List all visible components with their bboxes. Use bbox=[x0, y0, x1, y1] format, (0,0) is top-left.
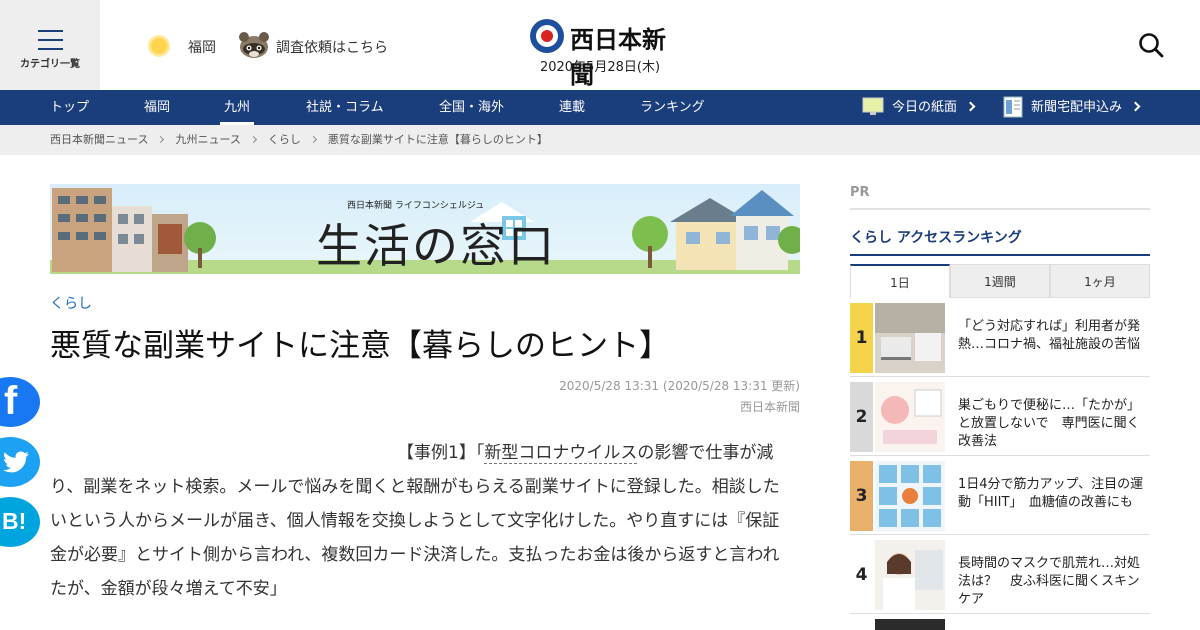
body-text: 【事例1】「 bbox=[397, 443, 485, 463]
nav-item-national[interactable]: 全国・海外 bbox=[439, 90, 504, 125]
research-request-link[interactable]: 調査依頼はこちら bbox=[276, 37, 388, 57]
life-concierge-banner[interactable]: 西日本新聞 ライフコンシェルジュ 生活の窓口 bbox=[50, 184, 800, 274]
subscribe-link[interactable]: 新聞宅配申込み bbox=[1003, 90, 1141, 125]
ranking-thumbnail bbox=[875, 303, 945, 373]
ranking-item[interactable]: 1 「どう対応すれば」利用者が発熱…コロナ禍、福祉施設の苦悩 bbox=[850, 303, 1150, 377]
weather-city[interactable]: 福岡 bbox=[188, 37, 216, 57]
rank-badge: 1 bbox=[850, 303, 873, 373]
banner-title: 生活の窓口 bbox=[316, 219, 556, 273]
breadcrumb: 西日本新聞ニュース 九州ニュース くらし 悪質な副業サイトに注意【暮らしのヒント】 bbox=[0, 125, 1200, 155]
rank-badge: 2 bbox=[850, 382, 873, 452]
ranking-title: くらし アクセスランキング bbox=[850, 230, 1022, 246]
today-paper-label: 今日の紙面 bbox=[892, 100, 958, 115]
ranking-item[interactable] bbox=[850, 619, 1150, 630]
chevron-right-icon bbox=[965, 101, 976, 112]
logo-mark-icon bbox=[530, 19, 564, 53]
ranking-item-title: 「どう対応すれば」利用者が発熱…コロナ禍、福祉施設の苦悩 bbox=[958, 319, 1141, 352]
nav-item-kyushu[interactable]: 九州 bbox=[220, 90, 255, 125]
subscribe-label: 新聞宅配申込み bbox=[1031, 100, 1123, 115]
ranking-item[interactable]: 2 巣ごもりで便秘に…「たかが」と放置しないで 専門医に聞く改善法 bbox=[850, 382, 1150, 456]
tab-1week[interactable]: 1週間 bbox=[950, 264, 1050, 298]
current-date: 2020年5月28日(木) bbox=[539, 60, 661, 75]
site-logo[interactable]: 西日本新聞 bbox=[530, 18, 675, 89]
rank-badge: 4 bbox=[850, 540, 873, 610]
hatena-bookmark-button[interactable]: B! bbox=[0, 497, 40, 547]
divider bbox=[850, 254, 1150, 256]
chevron-right-icon bbox=[249, 135, 257, 144]
article-category[interactable]: くらし bbox=[50, 293, 92, 313]
facebook-icon: f bbox=[4, 379, 18, 423]
article-date: 2020/5/28 13:31 (2020/5/28 13:31 更新) bbox=[559, 379, 800, 393]
hatena-icon: B! bbox=[2, 508, 27, 534]
pr-label: PR bbox=[850, 185, 870, 200]
topic-link[interactable]: 新型コロナウイルス bbox=[484, 443, 638, 464]
monitor-icon bbox=[862, 97, 884, 115]
hamburger-icon bbox=[38, 30, 63, 57]
nav-item-editorial[interactable]: 社説・コラム bbox=[306, 90, 384, 125]
nav-item-series[interactable]: 連載 bbox=[559, 90, 585, 125]
ranking-item-title: 長時間のマスクで肌荒れ…対処法は？ 皮ふ科医に聞くスキンケア bbox=[958, 556, 1141, 607]
site-header: カテゴリ一覧 福岡 調査依頼はこちら 西日本新聞 2020年5月28日(木) bbox=[0, 0, 1200, 90]
today-paper-link[interactable]: 今日の紙面 bbox=[862, 90, 976, 125]
nav-item-top[interactable]: トップ bbox=[50, 90, 89, 125]
twitter-share-button[interactable]: t bbox=[0, 437, 40, 487]
ranking-item-title: 1日4分で筋力アップ、注目の運動「HIIT」 血糖値の改善にも bbox=[958, 477, 1144, 510]
category-menu-button[interactable]: カテゴリ一覧 bbox=[0, 0, 100, 90]
rank-badge: 3 bbox=[850, 461, 873, 531]
article-body: 【事例1】「新型コロナウイルスの影響で仕事が減り、副業をネット検索。メールで悩み… bbox=[50, 436, 795, 606]
ranking-item[interactable]: 4 長時間のマスクで肌荒れ…対処法は？ 皮ふ科医に聞くスキンケア bbox=[850, 540, 1150, 614]
article-source: 西日本新聞 bbox=[739, 400, 800, 414]
chevron-right-icon bbox=[157, 135, 165, 144]
tab-1day[interactable]: 1日 bbox=[850, 264, 950, 298]
tab-1month[interactable]: 1ヶ月 bbox=[1050, 264, 1150, 298]
breadcrumb-item[interactable]: 九州ニュース bbox=[175, 133, 240, 146]
twitter-bird-icon bbox=[3, 451, 29, 473]
chevron-right-icon bbox=[309, 135, 317, 144]
breadcrumb-item[interactable]: 西日本新聞ニュース bbox=[50, 133, 148, 146]
ranking-thumbnail bbox=[875, 382, 945, 452]
search-icon[interactable] bbox=[1138, 32, 1164, 58]
global-nav: トップ 福岡 九州 社説・コラム 全国・海外 連載 ランキング 今日の紙面 新聞… bbox=[0, 90, 1200, 125]
chevron-right-icon bbox=[1130, 101, 1141, 112]
sunny-weather-icon bbox=[148, 35, 170, 57]
ranking-thumbnail bbox=[875, 619, 945, 630]
ranking-item-title: 巣ごもりで便秘に…「たかが」と放置しないで 専門医に聞く改善法 bbox=[958, 398, 1141, 449]
divider bbox=[850, 208, 1150, 210]
article-headline: 悪質な副業サイトに注意【暮らしのヒント】 bbox=[50, 328, 670, 364]
facebook-share-button[interactable]: f bbox=[0, 377, 40, 427]
breadcrumb-current: 悪質な副業サイトに注意【暮らしのヒント】 bbox=[327, 133, 548, 146]
ranking-thumbnail bbox=[875, 540, 945, 610]
body-text: の影響で仕事が減り、副業をネット検索。メールで悩みを聞くと報酬がもらえる副業サイ… bbox=[50, 443, 780, 599]
ranking-thumbnail bbox=[875, 461, 945, 531]
newspaper-icon bbox=[1003, 96, 1023, 118]
nav-item-fukuoka[interactable]: 福岡 bbox=[144, 90, 170, 125]
logo-text: 西日本新聞 bbox=[570, 26, 666, 89]
breadcrumb-item[interactable]: くらし bbox=[268, 133, 301, 146]
ranking-item[interactable]: 3 1日4分で筋力アップ、注目の運動「HIIT」 血糖値の改善にも bbox=[850, 461, 1150, 535]
nav-item-ranking[interactable]: ランキング bbox=[640, 90, 705, 125]
